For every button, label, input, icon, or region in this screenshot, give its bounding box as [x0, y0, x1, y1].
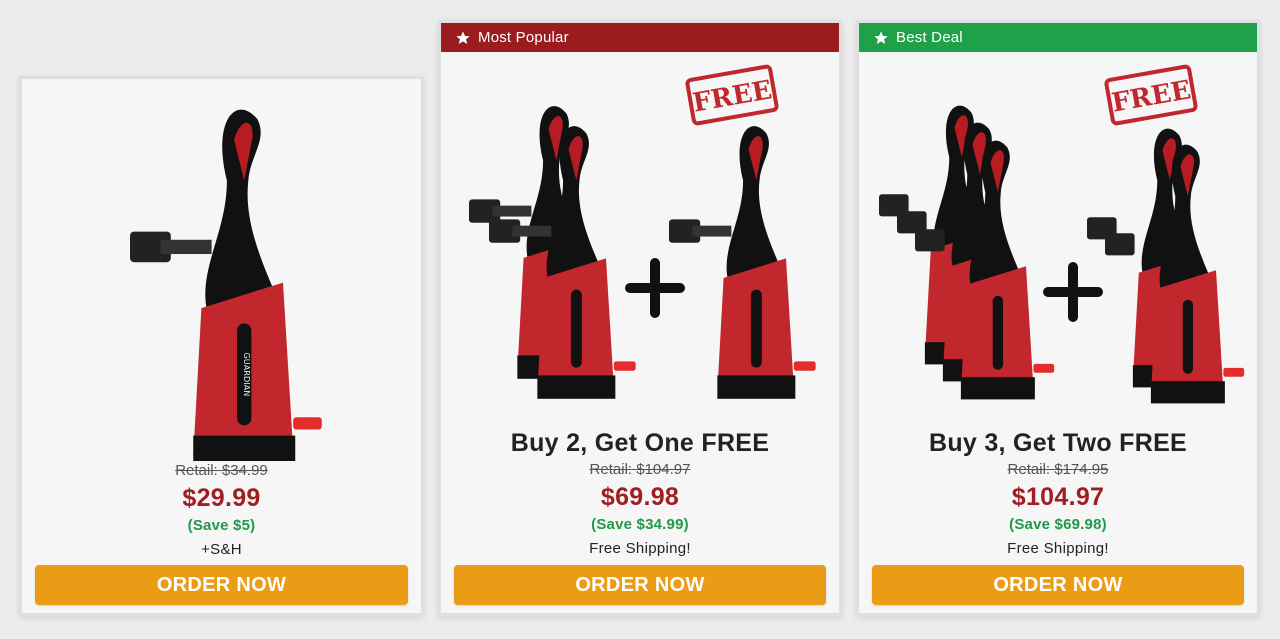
- offer-card-single: GUARDIAN Retail: $34.99 $29.99 (Save $5)…: [19, 76, 424, 616]
- shipping-text: Free Shipping!: [589, 540, 691, 557]
- offer-title: Buy 2, Get One FREE: [510, 429, 770, 457]
- offer-info: Buy 3, Get Two FREE Retail: $174.95 $104…: [859, 428, 1257, 562]
- offer-price: $29.99: [182, 484, 261, 512]
- retail-price: Retail: $34.99: [175, 462, 268, 479]
- retail-price: Retail: $104.97: [589, 461, 691, 478]
- order-now-button[interactable]: ORDER NOW: [872, 565, 1244, 605]
- shipping-text: +S&H: [201, 541, 242, 558]
- star-icon: [874, 30, 888, 44]
- offer-card-buy3: Best Deal FREE Buy 3, Get Two FREE Retai…: [856, 20, 1260, 616]
- savings-text: (Save $69.98): [1009, 516, 1107, 533]
- product-image: GUARDIAN: [22, 91, 421, 461]
- order-now-button[interactable]: ORDER NOW: [454, 565, 826, 605]
- shipping-text: Free Shipping!: [1007, 540, 1109, 557]
- savings-text: (Save $34.99): [591, 516, 689, 533]
- plus-icon: [1043, 262, 1103, 322]
- free-stamp: FREE: [1104, 64, 1198, 126]
- product-image: FREE: [441, 63, 839, 408]
- savings-text: (Save $5): [187, 517, 256, 534]
- product-unit: GUARDIAN: [130, 109, 322, 461]
- product-image: FREE: [859, 63, 1257, 408]
- free-stamp: FREE: [685, 64, 779, 126]
- svg-text:GUARDIAN: GUARDIAN: [242, 352, 252, 396]
- plus-icon: [625, 258, 685, 318]
- pricing-offers: GUARDIAN Retail: $34.99 $29.99 (Save $5)…: [0, 0, 1280, 639]
- retail-price: Retail: $174.95: [1007, 461, 1109, 478]
- offer-price: $69.98: [600, 483, 680, 511]
- offer-info: Retail: $34.99 $29.99 (Save $5) +S&H: [22, 461, 421, 563]
- badge-label: Most Popular: [478, 29, 569, 46]
- star-icon: [456, 30, 470, 44]
- offer-card-buy2: Most Popular FREE Buy 2, Get One FREE Re…: [438, 20, 842, 616]
- offer-price: $104.97: [1011, 483, 1105, 511]
- offer-title: Buy 3, Get Two FREE: [928, 429, 1188, 457]
- offer-info: Buy 2, Get One FREE Retail: $104.97 $69.…: [441, 428, 839, 562]
- most-popular-badge: Most Popular: [441, 23, 839, 52]
- order-now-button[interactable]: ORDER NOW: [35, 565, 408, 605]
- badge-label: Best Deal: [896, 29, 963, 46]
- best-deal-badge: Best Deal: [859, 23, 1257, 52]
